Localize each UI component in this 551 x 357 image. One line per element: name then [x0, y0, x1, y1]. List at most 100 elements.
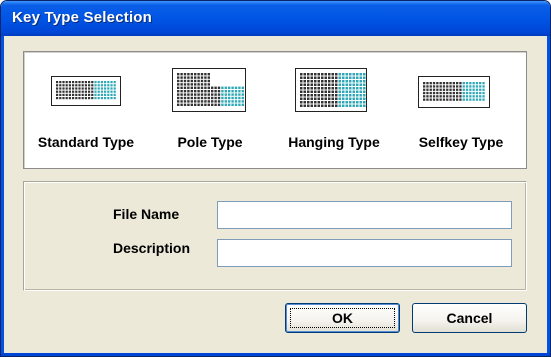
key-cell	[456, 88, 459, 91]
key-cell	[197, 90, 200, 93]
key-type-selfkey[interactable]: Selfkey Type	[396, 52, 526, 168]
key-cell	[62, 97, 65, 100]
key-cell	[59, 87, 62, 90]
key-cell	[241, 103, 244, 106]
window-title: Key Type Selection	[12, 9, 153, 26]
key-cell	[459, 95, 462, 98]
key-cell	[439, 82, 442, 85]
title-bar[interactable]: Key Type Selection	[1, 1, 550, 36]
key-cell	[62, 93, 65, 96]
key-cell	[72, 87, 75, 90]
key-cell	[183, 86, 187, 89]
key-cell	[321, 94, 324, 97]
key-cell	[65, 97, 68, 100]
key-cell	[307, 76, 310, 79]
key-cell	[328, 97, 331, 100]
description-input[interactable]	[217, 239, 512, 267]
key-cell	[194, 100, 197, 103]
key-cell	[472, 88, 475, 91]
key-cell	[224, 93, 227, 96]
key-cell	[429, 82, 432, 85]
key-cell	[214, 100, 217, 103]
key-cell	[324, 87, 327, 90]
key-cell	[359, 87, 362, 90]
key-cell	[345, 83, 348, 86]
key-cell	[338, 101, 341, 104]
key-cell	[359, 73, 362, 76]
key-cell	[100, 90, 103, 93]
key-cell	[446, 91, 449, 95]
key-cell	[462, 98, 465, 101]
key-cell	[59, 81, 62, 84]
key-cell	[81, 93, 84, 96]
key-cell	[429, 85, 432, 88]
file-name-input[interactable]	[217, 201, 512, 229]
key-cell	[65, 87, 68, 90]
key-cell	[56, 84, 59, 87]
key-cell	[338, 80, 341, 83]
key-cell	[217, 86, 221, 89]
ok-button[interactable]: OK	[285, 303, 400, 333]
key-cell	[100, 87, 103, 90]
key-cell	[234, 93, 238, 96]
key-cell	[449, 85, 452, 88]
key-cell	[187, 100, 190, 103]
key-cell	[234, 90, 238, 93]
key-cell	[72, 90, 75, 93]
key-cell	[352, 94, 355, 97]
key-cell	[91, 87, 94, 90]
key-cell	[314, 83, 317, 86]
key-type-standard[interactable]: Standard Type	[24, 52, 148, 168]
key-cell	[214, 90, 217, 93]
key-cell	[446, 88, 449, 91]
key-cell	[59, 84, 62, 87]
key-cell	[426, 85, 429, 88]
key-cell	[307, 97, 310, 100]
key-cell	[221, 93, 224, 96]
key-cell	[321, 83, 324, 86]
key-cell	[426, 82, 429, 85]
key-cell	[207, 79, 210, 83]
key-cell	[359, 80, 362, 83]
key-cell	[84, 84, 87, 87]
key-cell	[62, 87, 65, 90]
key-cell	[88, 90, 91, 93]
key-cell	[110, 90, 113, 93]
key-cell	[324, 101, 327, 104]
key-cell	[479, 98, 482, 101]
key-cell	[314, 90, 317, 93]
key-cell	[241, 96, 244, 100]
key-cell	[200, 73, 204, 76]
key-cell	[349, 80, 352, 83]
key-cell	[88, 84, 91, 87]
key-cell	[465, 95, 469, 98]
key-cell	[342, 101, 345, 104]
key-cell	[446, 82, 449, 85]
key-cell	[310, 87, 313, 90]
key-type-pole[interactable]: Pole Type	[148, 52, 272, 168]
key-cell	[423, 85, 426, 88]
key-cell	[432, 88, 436, 91]
key-cell	[469, 98, 472, 101]
key-cell	[317, 80, 320, 83]
key-cell	[446, 85, 449, 88]
key-type-hanging[interactable]: Hanging Type	[272, 52, 396, 168]
key-cell	[231, 96, 234, 100]
key-cell	[180, 90, 183, 93]
key-cell	[207, 86, 210, 89]
description-label: Description	[113, 240, 191, 256]
key-cell	[314, 87, 317, 90]
key-cell	[183, 73, 187, 76]
key-cell	[190, 79, 193, 83]
key-cell	[338, 87, 341, 90]
key-cell	[356, 80, 359, 83]
cancel-button[interactable]: Cancel	[412, 303, 527, 333]
key-cell	[177, 93, 180, 96]
key-cell	[217, 96, 221, 100]
key-cell	[335, 94, 338, 97]
key-cell	[97, 87, 100, 90]
key-cell	[356, 94, 359, 97]
key-cell	[177, 76, 180, 79]
key-cell	[317, 104, 320, 107]
key-cell	[331, 83, 334, 86]
